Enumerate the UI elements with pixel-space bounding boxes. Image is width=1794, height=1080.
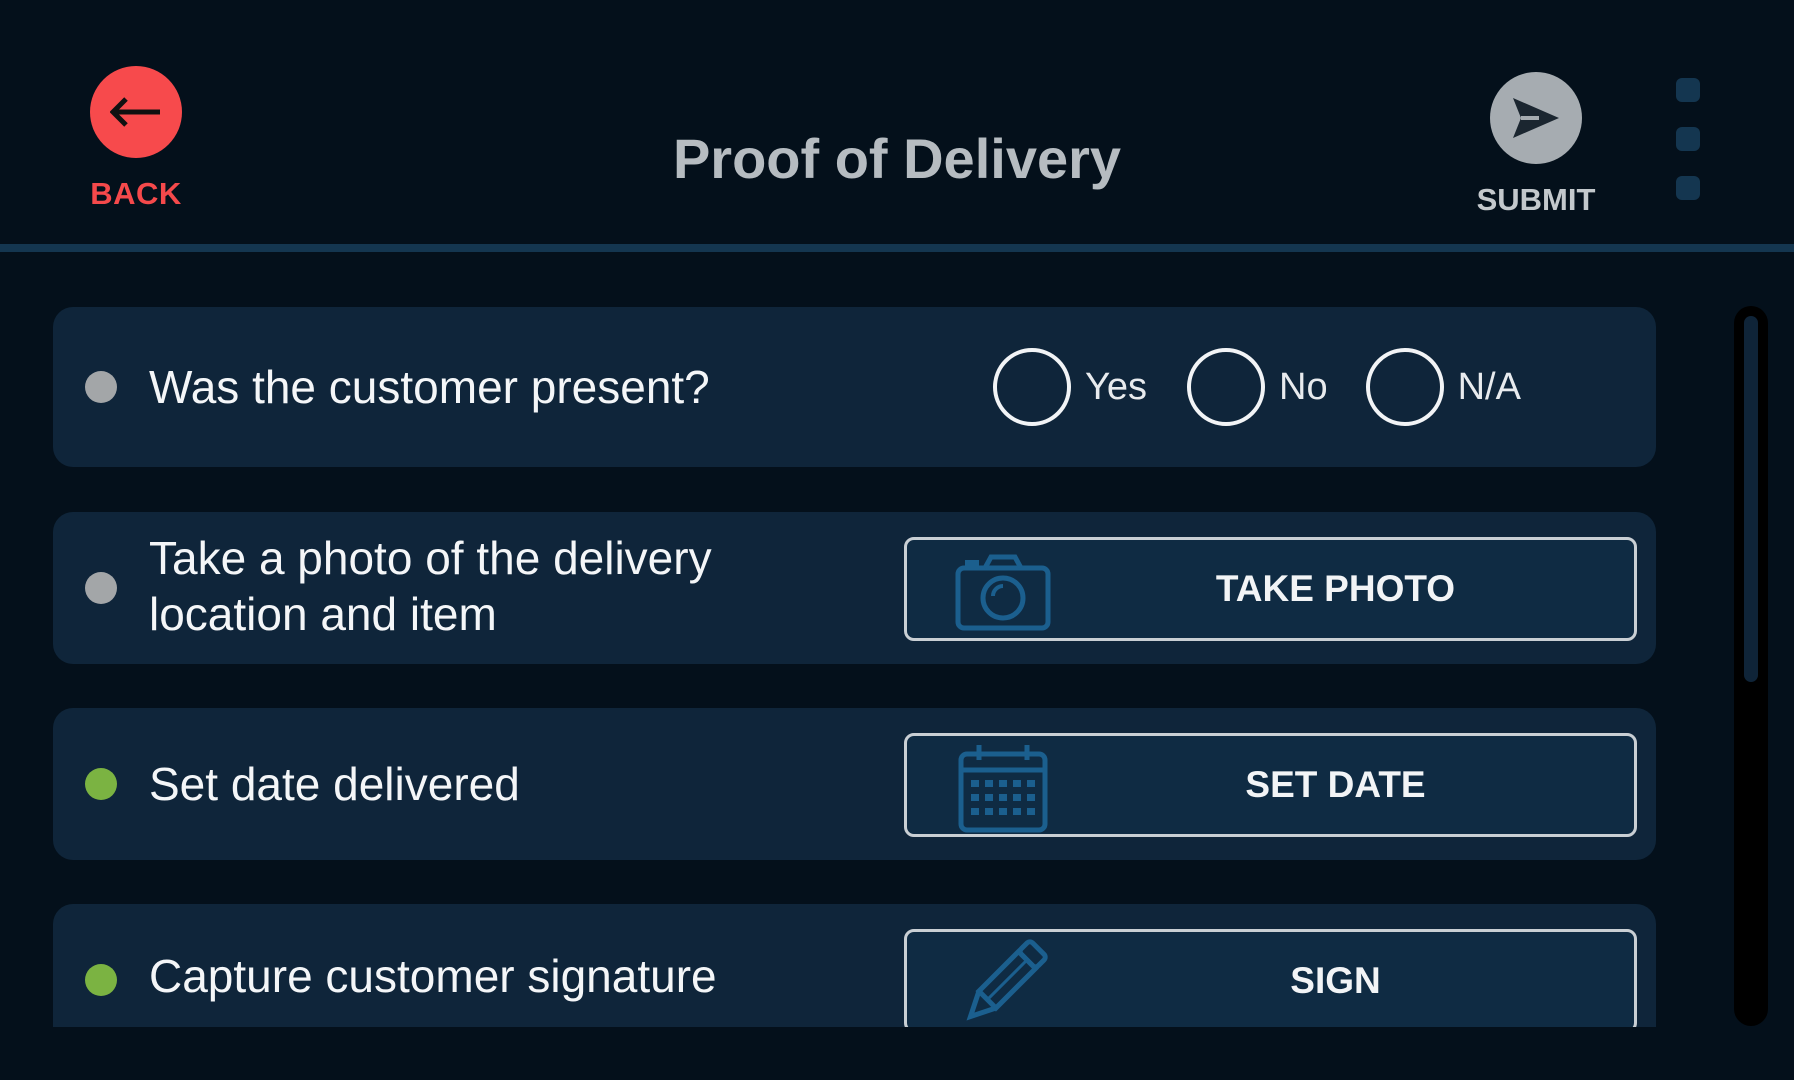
radio-circle[interactable]	[1365, 348, 1444, 426]
submit-button[interactable]: SUBMIT	[1466, 72, 1606, 226]
status-indicator	[85, 964, 117, 996]
menu-dot	[1676, 127, 1700, 151]
radio-na[interactable]: N/A	[1365, 348, 1521, 426]
button-label: SIGN	[1290, 960, 1381, 1001]
bottom-bar	[0, 1027, 1794, 1080]
list-item-signature: Capture customer signature SIGN	[53, 904, 1656, 1027]
submit-label: SUBMIT	[1476, 182, 1596, 217]
list-item-date: Set date delivered SET DATE	[53, 708, 1656, 860]
radio-label: Yes	[1085, 365, 1147, 408]
radio-no[interactable]: No	[1187, 348, 1328, 426]
status-indicator	[85, 572, 117, 604]
radio-label: N/A	[1457, 365, 1521, 408]
item-label: Take a photo of the delivery location an…	[149, 530, 712, 642]
app-header: BACK Proof of Delivery SUBMIT	[0, 0, 1794, 244]
submit-button-circle[interactable]	[1490, 72, 1582, 164]
arrow-left-icon	[110, 97, 160, 127]
take-photo-button[interactable]: TAKE PHOTO	[904, 537, 1637, 641]
status-indicator	[85, 371, 117, 403]
header-divider	[0, 244, 1794, 252]
send-icon	[1513, 98, 1559, 138]
status-indicator	[85, 768, 117, 800]
list-item-customer-present: Was the customer present? Yes No N/A	[53, 307, 1656, 467]
menu-dot	[1676, 78, 1700, 102]
scrollbar-thumb[interactable]	[1744, 316, 1758, 682]
button-label: SET DATE	[1245, 764, 1426, 805]
checklist: Was the customer present? Yes No N/A Tak…	[0, 252, 1794, 1027]
menu-dot	[1676, 176, 1700, 200]
item-label-line1: Take a photo of the delivery	[149, 532, 712, 584]
item-label: Set date delivered	[149, 758, 520, 810]
more-vertical-icon[interactable]	[1668, 78, 1708, 200]
radio-label: No	[1279, 365, 1328, 408]
radio-group: Yes No N/A	[993, 348, 1521, 426]
item-label-line2: location and item	[149, 588, 497, 640]
item-label: Was the customer present?	[149, 361, 710, 413]
list-item-photo: Take a photo of the delivery location an…	[53, 512, 1656, 664]
scrollbar[interactable]	[1734, 306, 1768, 1026]
radio-yes[interactable]: Yes	[993, 348, 1147, 426]
button-label: TAKE PHOTO	[1215, 568, 1456, 609]
item-label: Capture customer signature	[149, 950, 717, 1002]
set-date-button[interactable]: SET DATE	[904, 733, 1637, 837]
sign-button[interactable]: SIGN	[904, 929, 1637, 1027]
radio-circle[interactable]	[993, 348, 1071, 426]
radio-circle[interactable]	[1187, 348, 1265, 426]
